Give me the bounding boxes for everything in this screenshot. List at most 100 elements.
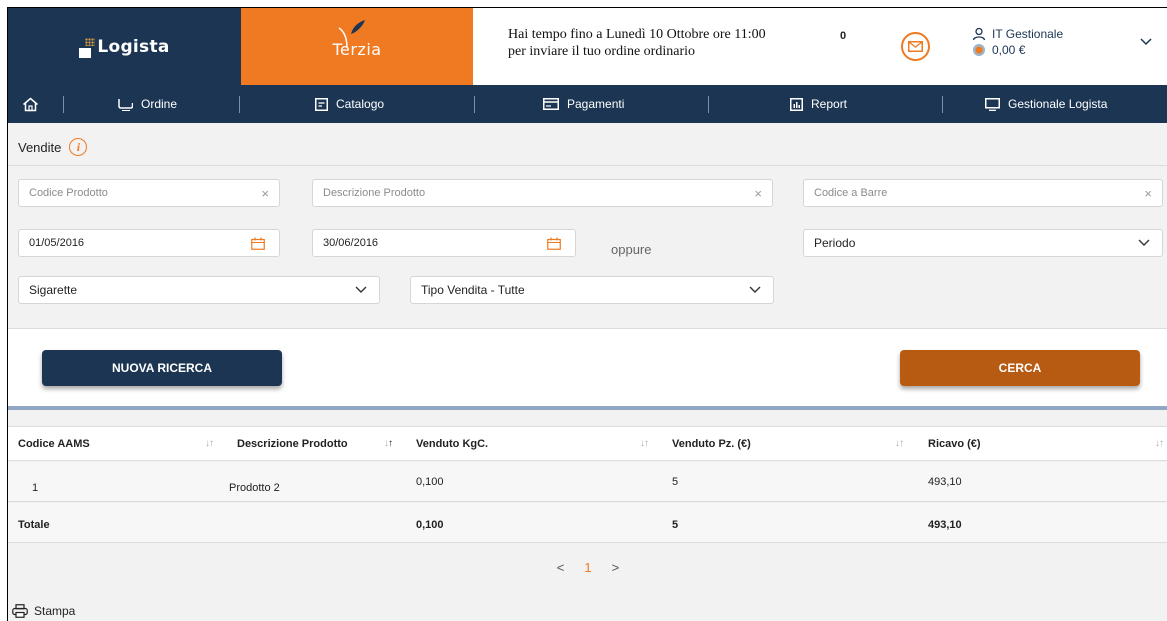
envelope-icon — [908, 41, 923, 52]
chevron-down-icon — [749, 286, 761, 293]
cell-venduto-pz: 5 — [672, 476, 679, 488]
cell-venduto-kg: 0,100 — [416, 476, 444, 488]
periodo-value: Periodo — [814, 236, 856, 250]
catalog-icon — [315, 97, 328, 111]
user-menu-chevron-down-icon[interactable] — [1140, 38, 1152, 46]
tipo-vendita-value: Tipo Vendita - Tutte — [421, 283, 525, 297]
next-page-button[interactable]: > — [612, 560, 620, 575]
chevron-down-icon — [355, 286, 367, 293]
report-icon — [790, 97, 803, 111]
codice-barre-input[interactable]: Codice a Barre × — [803, 179, 1163, 207]
prev-page-button[interactable]: < — [557, 560, 565, 575]
sort-icon[interactable]: ↓↑ — [1155, 438, 1164, 449]
chevron-down-icon — [1138, 239, 1150, 246]
logista-logo-mark — [79, 37, 96, 58]
categoria-select[interactable]: Sigarette — [18, 276, 380, 304]
column-header-ricavo[interactable]: Ricavo (€) — [928, 426, 981, 461]
mail-button[interactable] — [901, 32, 930, 61]
clear-icon[interactable]: × — [261, 186, 269, 201]
nav-separator — [239, 96, 240, 113]
table-total-row: Totale 0,100 5 493,10 — [8, 503, 1167, 543]
date-to-input[interactable]: 30/06/2016 — [312, 229, 576, 257]
nav-label: Report — [811, 97, 848, 111]
date-from-input[interactable]: 01/05/2016 — [18, 229, 280, 257]
notice-line-2: per inviare il tuo ordine ordinario — [508, 44, 695, 59]
date-from-value: 01/05/2016 — [29, 237, 85, 249]
nav-gestionale-logista[interactable]: Gestionale Logista — [985, 85, 1107, 123]
column-header-descrizione[interactable]: Descrizione Prodotto — [237, 426, 348, 461]
nav-pagamenti[interactable]: Pagamenti — [543, 85, 624, 123]
cell-ricavo: 493,10 — [928, 476, 962, 488]
header-marker: 0 — [840, 30, 847, 42]
page-title-bar: Vendite i — [8, 132, 88, 162]
sort-icon[interactable]: ↓↑ — [895, 438, 904, 449]
nav-report[interactable]: Report — [790, 85, 847, 123]
column-header-venduto-pz[interactable]: Venduto Pz. (€) — [672, 426, 751, 461]
column-header-venduto-kg[interactable]: Venduto KgC. — [416, 426, 488, 461]
total-venduto-pz: 5 — [672, 519, 679, 531]
nav-catalogo[interactable]: Catalogo — [315, 85, 384, 123]
page-title: Vendite — [18, 139, 62, 155]
user-icon — [972, 27, 986, 41]
clear-icon[interactable]: × — [754, 186, 762, 201]
actions-bar: NUOVA RICERCA CERCA — [8, 329, 1167, 409]
tipo-vendita-select[interactable]: Tipo Vendita - Tutte — [410, 276, 774, 304]
calendar-icon[interactable] — [251, 237, 265, 250]
sort-icon[interactable]: ↓↑ — [640, 438, 649, 449]
cell-descrizione: Prodotto 2 — [229, 482, 280, 494]
app-frame: Logista Terzia Hai tempo fino a Lunedì 1… — [7, 7, 1167, 621]
pagination: < 1 > — [8, 554, 1167, 580]
sort-icon[interactable]: ↓↑ — [384, 438, 393, 449]
printer-icon — [12, 604, 28, 618]
info-icon[interactable]: i — [69, 138, 88, 156]
clear-icon[interactable]: × — [1144, 186, 1152, 201]
calendar-icon[interactable] — [547, 237, 561, 250]
total-ricavo: 493,10 — [928, 519, 962, 531]
nav-label: Ordine — [141, 97, 178, 111]
nav-label: Catalogo — [336, 97, 385, 111]
sort-icon[interactable]: ↓↑ — [205, 438, 214, 449]
terzia-logo[interactable]: Terzia — [241, 8, 473, 85]
nav-separator — [474, 96, 475, 113]
user-menu[interactable]: IT Gestionale 0,00 € — [972, 26, 1063, 58]
print-label: Stampa — [34, 604, 76, 618]
codice-prodotto-placeholder: Codice Prodotto — [29, 187, 108, 199]
print-button[interactable]: Stampa — [12, 604, 75, 618]
logista-logo[interactable]: Logista — [8, 8, 241, 85]
terzia-leaf-icon — [338, 20, 365, 49]
descrizione-prodotto-placeholder: Descrizione Prodotto — [323, 187, 426, 199]
nav-home[interactable] — [22, 85, 47, 123]
date-to-value: 30/06/2016 — [323, 237, 379, 249]
actions-divider — [8, 406, 1167, 410]
table-header — [8, 426, 1167, 461]
codice-barre-placeholder: Codice a Barre — [814, 187, 888, 199]
title-divider — [8, 165, 1167, 166]
home-icon — [23, 97, 38, 111]
total-label: Totale — [18, 519, 50, 531]
cart-icon — [118, 98, 133, 111]
user-name: IT Gestionale — [992, 27, 1064, 41]
nav-separator — [942, 96, 943, 113]
nav-label: Pagamenti — [567, 97, 625, 111]
nav-ordine[interactable]: Ordine — [118, 85, 177, 123]
column-header-codice-aams[interactable]: Codice AAMS — [18, 426, 90, 461]
coin-icon — [973, 44, 985, 56]
nav-label: Gestionale Logista — [1008, 97, 1108, 111]
oppure-label: oppure — [611, 242, 652, 257]
notice-line-1: Hai tempo fino a Lunedì 10 Ottobre ore 1… — [508, 27, 766, 42]
total-venduto-kg: 0,100 — [416, 519, 444, 531]
nuova-ricerca-button[interactable]: NUOVA RICERCA — [42, 350, 282, 386]
logista-logo-text: Logista — [97, 36, 170, 57]
balance-value: 0,00 € — [992, 43, 1026, 57]
descrizione-prodotto-input[interactable]: Descrizione Prodotto × — [312, 179, 773, 207]
page-1-button[interactable]: 1 — [584, 560, 591, 575]
order-deadline-notice: Hai tempo fino a Lunedì 10 Ottobre ore 1… — [508, 26, 828, 60]
card-icon — [543, 98, 559, 110]
cerca-button[interactable]: CERCA — [900, 350, 1140, 386]
main-nav: Ordine Catalogo Pagamenti Report Gestion… — [8, 85, 1167, 123]
table-row[interactable]: 1 Prodotto 2 0,100 5 493,10 — [8, 462, 1167, 502]
balance-row: 0,00 € — [972, 42, 1063, 58]
periodo-select[interactable]: Periodo — [803, 229, 1163, 257]
categoria-value: Sigarette — [29, 283, 78, 297]
codice-prodotto-input[interactable]: Codice Prodotto × — [18, 179, 280, 207]
